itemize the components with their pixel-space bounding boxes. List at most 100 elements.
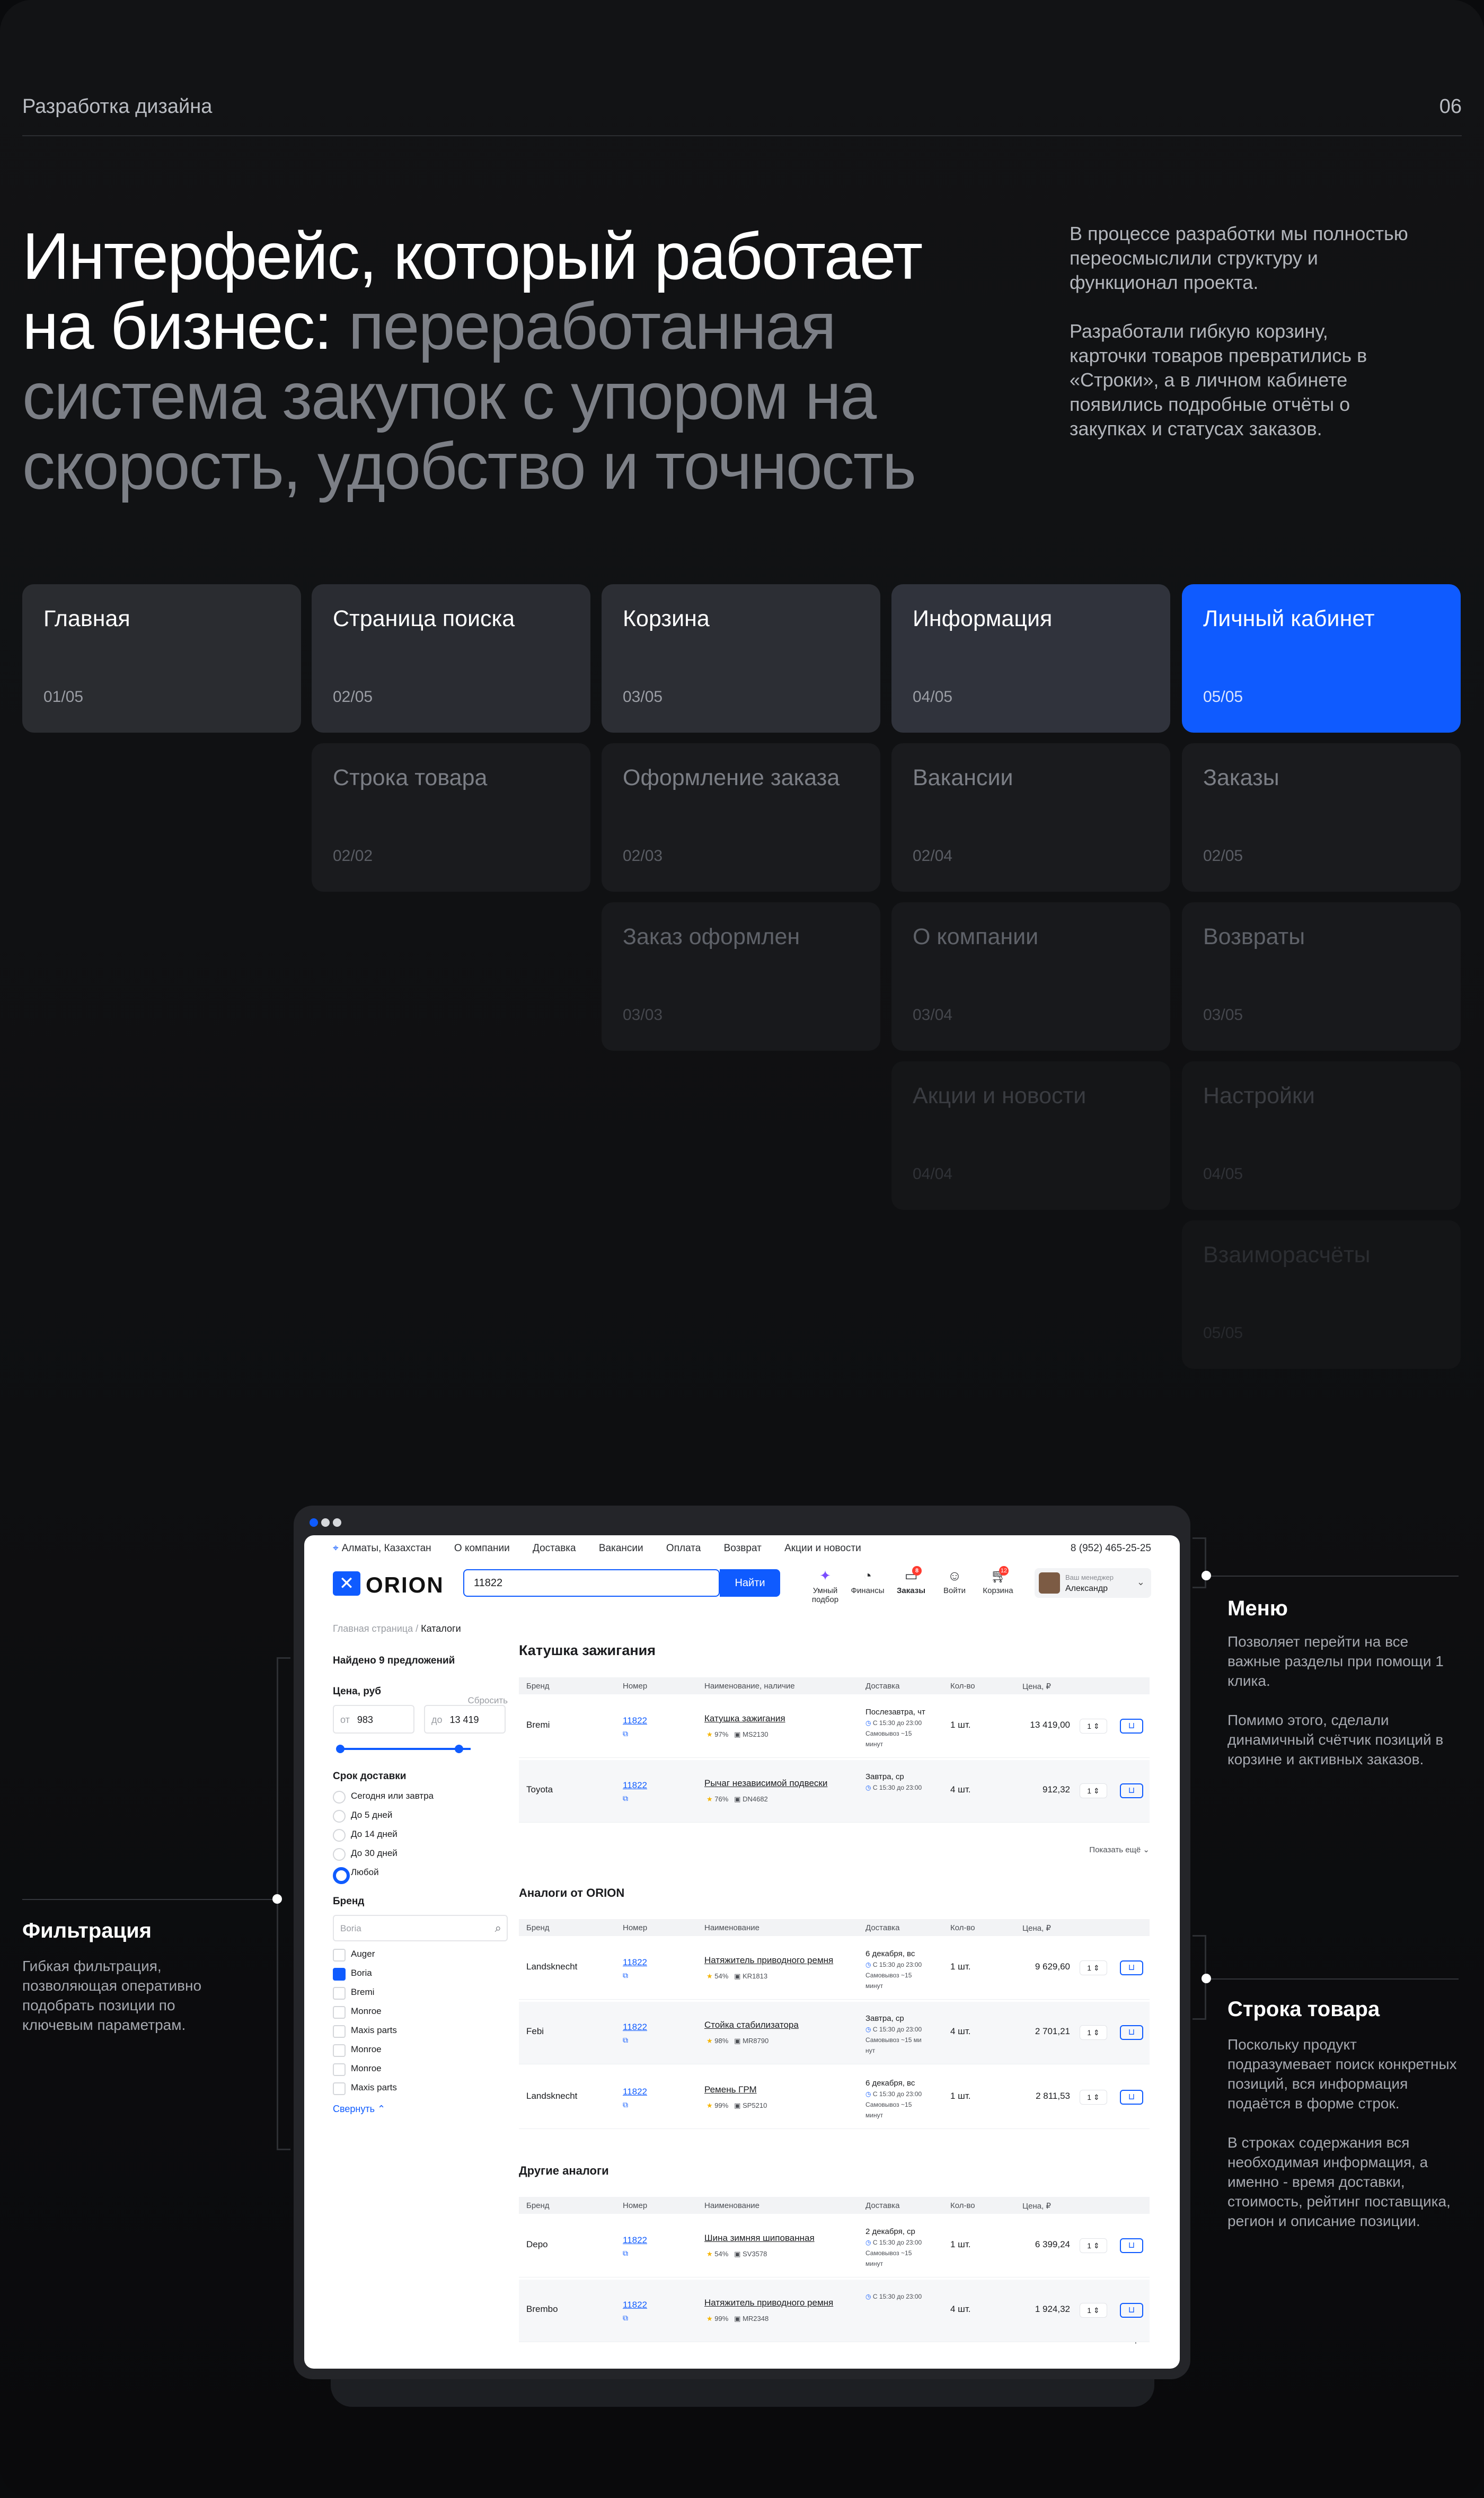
- quantity-stepper[interactable]: 1 ⇕: [1080, 2303, 1107, 2318]
- quantity-stepper[interactable]: 1 ⇕: [1080, 2238, 1107, 2253]
- delivery-option[interactable]: Сегодня или завтра: [333, 1787, 508, 1806]
- tile-account[interactable]: Личный кабинет 05/05: [1182, 584, 1461, 733]
- copy-icon[interactable]: ⧉: [623, 2100, 628, 2109]
- copy-icon[interactable]: ⧉: [623, 1971, 628, 1980]
- add-to-cart-button[interactable]: ⊔: [1120, 2090, 1143, 2105]
- show-more-button[interactable]: Показать ещё ⌄: [1089, 1845, 1150, 1854]
- brand-checkbox[interactable]: Monroe: [333, 2040, 508, 2059]
- add-to-cart-button[interactable]: ⊔: [1120, 1960, 1143, 1975]
- row-name-link[interactable]: Натяжитель приводного ремня: [704, 2298, 833, 2308]
- brand-checkbox[interactable]: Auger: [333, 1945, 508, 1964]
- tile-search[interactable]: Страница поиска 02/05: [312, 584, 590, 733]
- add-to-cart-button[interactable]: ⊔: [1120, 2025, 1143, 2040]
- tile-num: 01/05: [43, 688, 84, 706]
- search-button[interactable]: Найти: [720, 1569, 780, 1597]
- topnav-link[interactable]: О компании: [454, 1543, 510, 1554]
- add-to-cart-button[interactable]: ⊔: [1120, 2238, 1143, 2253]
- tile-settings[interactable]: Настройки 04/05: [1182, 1061, 1461, 1210]
- add-to-cart-button[interactable]: ⊔: [1120, 1719, 1143, 1734]
- copy-icon[interactable]: ⧉: [623, 1729, 628, 1738]
- quantity-stepper[interactable]: 1 ⇕: [1080, 2025, 1107, 2040]
- tile-about[interactable]: О компании 03/04: [891, 902, 1170, 1051]
- brand-checkbox-checked[interactable]: Boria: [333, 1964, 508, 1983]
- slider-handle-max[interactable]: [455, 1745, 463, 1753]
- table-row[interactable]: Landsknecht 11822 ⧉ Ремень ГРМ ★ 99% ▣ SP521…: [519, 2066, 1150, 2129]
- delivery-option[interactable]: До 5 дней: [333, 1806, 508, 1825]
- tile-orders[interactable]: Заказы 02/05: [1182, 743, 1461, 892]
- nav-finance[interactable]: ◔ Финансы: [844, 1568, 891, 1595]
- breadcrumb-link[interactable]: Главная страница: [333, 1623, 413, 1634]
- search-input[interactable]: 11822: [463, 1569, 720, 1597]
- tile-information[interactable]: Информация 04/05: [891, 584, 1170, 733]
- add-to-cart-button[interactable]: ⊔: [1120, 2303, 1143, 2318]
- delivery-option[interactable]: До 14 дней: [333, 1825, 508, 1844]
- table-row[interactable]: Toyota 11822 ⧉ Рычаг независимой подвески ★ …: [519, 1760, 1150, 1823]
- table-row[interactable]: Bremi 11822 ⧉ Катушка зажигания ★ 97% ▣ MS21…: [519, 1695, 1150, 1758]
- nav-login[interactable]: ☺ Войти: [931, 1568, 978, 1595]
- topnav-link[interactable]: Оплата: [666, 1543, 701, 1554]
- copy-icon[interactable]: ⧉: [623, 2249, 628, 2258]
- collapse-button[interactable]: Свернуть ⌃: [333, 2104, 508, 2115]
- brand-checkbox[interactable]: Monroe: [333, 2002, 508, 2021]
- nav-orders[interactable]: ▭ 8 Заказы: [887, 1566, 935, 1595]
- row-number-link[interactable]: 11822: [623, 2300, 647, 2310]
- intro-paragraph: В процессе разработки мы полностью перео…: [1070, 223, 1408, 293]
- delivery-option[interactable]: До 30 дней: [333, 1844, 508, 1863]
- row-number-link[interactable]: 11822: [623, 1716, 647, 1726]
- brand-checkbox[interactable]: Maxis parts: [333, 2078, 508, 2097]
- table-row[interactable]: Febi 11822 ⧉ Стойка стабилизатора ★ 98% ▣ MR…: [519, 2002, 1150, 2064]
- nav-cart[interactable]: 🛒︎ 12 Корзина: [974, 1566, 1022, 1595]
- logo[interactable]: ✕ ORION: [333, 1571, 455, 1597]
- row-name-link[interactable]: Шина зимняя шипованная: [704, 2233, 815, 2244]
- row-name-link[interactable]: Натяжитель приводного ремня: [704, 1955, 833, 1966]
- tile-news[interactable]: Акции и новости 04/04: [891, 1061, 1170, 1210]
- location[interactable]: Алматы, Казахстан: [342, 1543, 431, 1554]
- table-row[interactable]: Brembo 11822 ⧉ Натяжитель приводного ремня ★…: [519, 2280, 1150, 2342]
- copy-icon[interactable]: ⧉: [623, 2036, 628, 2045]
- row-number-link[interactable]: 11822: [623, 1957, 647, 1968]
- reset-button[interactable]: Сбросить: [467, 1695, 508, 1706]
- brand-checkbox[interactable]: Monroe: [333, 2059, 508, 2078]
- quantity-stepper[interactable]: 1 ⇕: [1080, 1783, 1107, 1798]
- manager-card[interactable]: Ваш менеджер Александр ⌄: [1035, 1568, 1151, 1598]
- nav-smart-pick[interactable]: ✦ Умный подбор: [801, 1568, 849, 1604]
- tile-vacancies[interactable]: Вакансии 02/04: [891, 743, 1170, 892]
- table-row[interactable]: Depo 11822 ⧉ Шина зимняя шипованная ★ 54% ▣ …: [519, 2215, 1150, 2277]
- topnav-link[interactable]: Вакансии: [599, 1543, 643, 1554]
- delivery-option-selected[interactable]: Любой: [333, 1863, 508, 1884]
- quantity-stepper[interactable]: 1 ⇕: [1080, 1719, 1107, 1734]
- add-to-cart-button[interactable]: ⊔: [1120, 1783, 1143, 1798]
- row-name-link[interactable]: Ремень ГРМ: [704, 2084, 757, 2095]
- table-row[interactable]: Landsknecht 11822 ⧉ Натяжитель приводного р…: [519, 1937, 1150, 2000]
- pickup-info: Самовывоз ~15 ми нут: [865, 2036, 922, 2054]
- quantity-stepper[interactable]: 1 ⇕: [1080, 1960, 1107, 1975]
- price-slider[interactable]: [333, 1741, 508, 1757]
- copy-icon[interactable]: ⧉: [623, 2314, 628, 2323]
- row-name-link[interactable]: Стойка стабилизатора: [704, 2020, 799, 2030]
- topnav-link[interactable]: Акции и новости: [784, 1543, 861, 1554]
- brand-checkbox[interactable]: Maxis parts: [333, 2021, 508, 2040]
- price-from-input[interactable]: от 983: [333, 1705, 414, 1734]
- row-number-link[interactable]: 11822: [623, 1780, 647, 1791]
- row-number-link[interactable]: 11822: [623, 2087, 647, 2097]
- topnav-link[interactable]: Возврат: [724, 1543, 762, 1554]
- tile-returns[interactable]: Возвраты 03/05: [1182, 902, 1461, 1051]
- tile-cart[interactable]: Корзина 03/05: [602, 584, 880, 733]
- row-name-link[interactable]: Катушка зажигания: [704, 1713, 785, 1724]
- tile-main[interactable]: Главная 01/05: [22, 584, 301, 733]
- brand-checkbox[interactable]: Bremi: [333, 1983, 508, 2002]
- row-name-link[interactable]: Рычаг независимой подвески: [704, 1778, 827, 1789]
- brand-search-input[interactable]: Boria ⌕: [333, 1915, 508, 1941]
- phone[interactable]: 8 (952) 465-25-25: [1071, 1543, 1151, 1554]
- tile-product-row[interactable]: Строка товара 02/02: [312, 743, 590, 892]
- quantity-stepper[interactable]: 1 ⇕: [1080, 2090, 1107, 2105]
- tile-order-done[interactable]: Заказ оформлен 03/03: [602, 902, 880, 1051]
- row-number-link[interactable]: 11822: [623, 2235, 647, 2246]
- tile-checkout[interactable]: Оформление заказа 02/03: [602, 743, 880, 892]
- slider-handle-min[interactable]: [336, 1745, 344, 1753]
- copy-icon[interactable]: ⧉: [623, 1794, 628, 1803]
- tile-settlements[interactable]: Взаиморасчёты 05/05: [1182, 1220, 1461, 1369]
- row-number-link[interactable]: 11822: [623, 2022, 647, 2033]
- price-to-input[interactable]: до 13 419: [424, 1705, 506, 1734]
- topnav-link[interactable]: Доставка: [533, 1543, 576, 1554]
